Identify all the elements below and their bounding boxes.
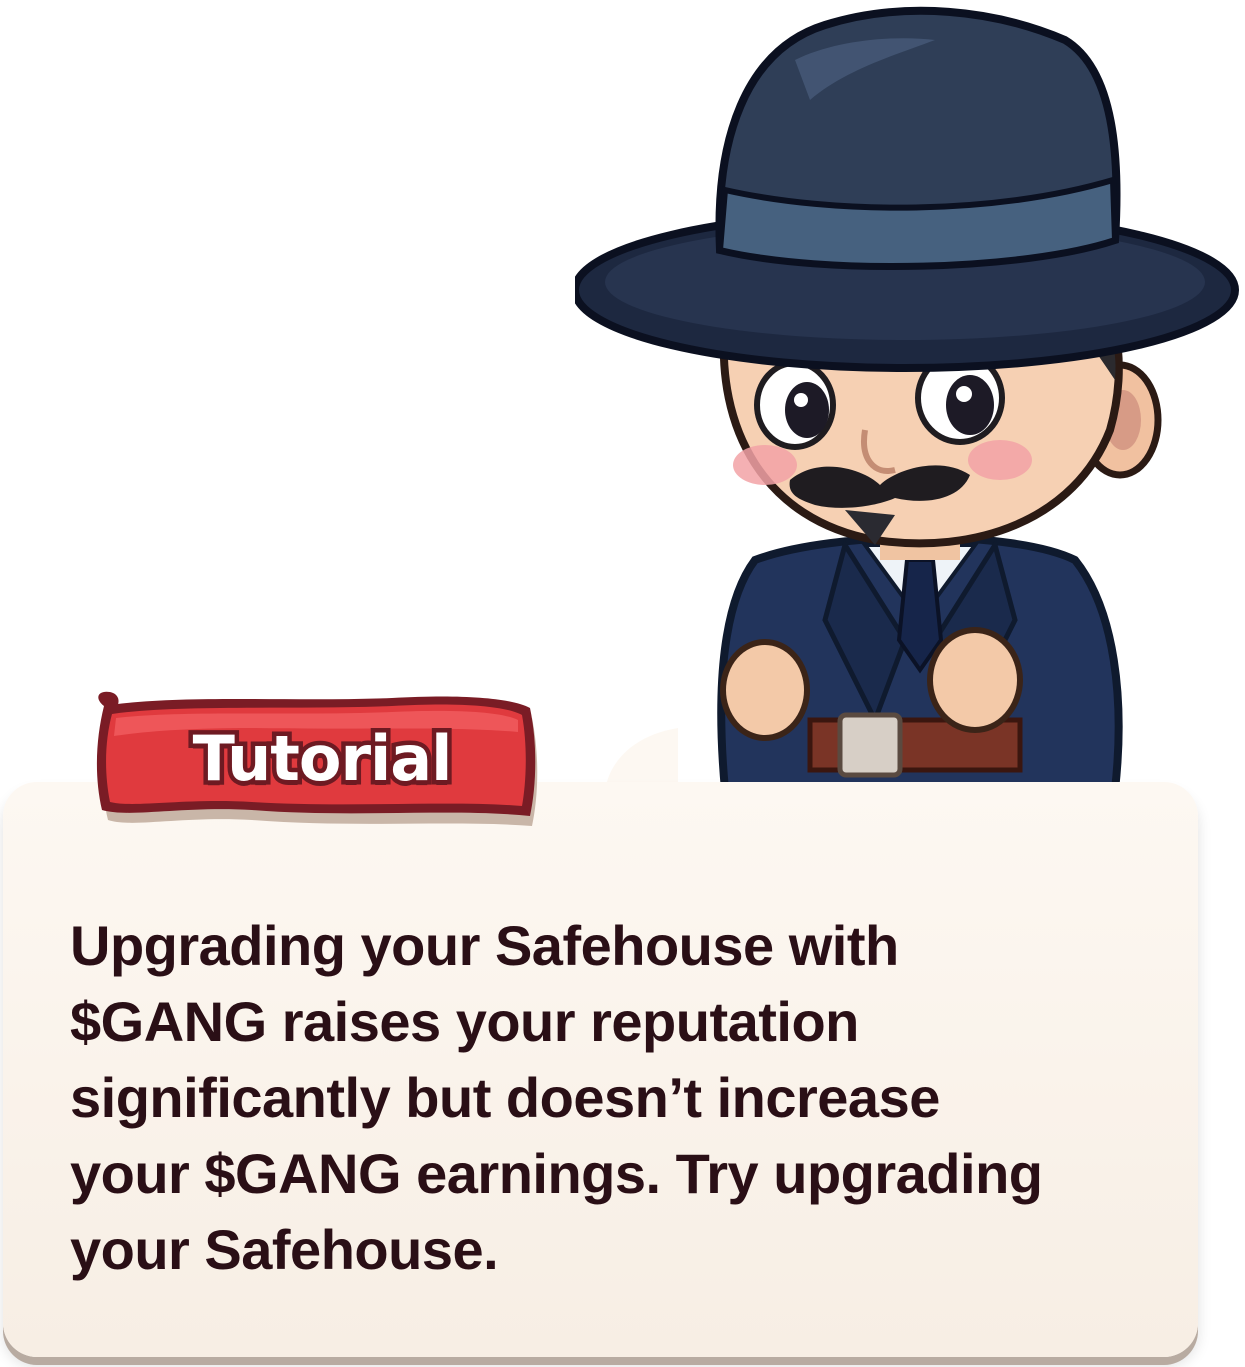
tutorial-message: Upgrading your Safehouse with $GANG rais… (70, 914, 1043, 1281)
tutorial-title: Tutorial (188, 717, 457, 799)
tutorial-popup: Tutorial Upgrading your Safehouse with $… (0, 0, 1245, 1367)
gangster-detective-character-icon (575, 6, 1239, 790)
